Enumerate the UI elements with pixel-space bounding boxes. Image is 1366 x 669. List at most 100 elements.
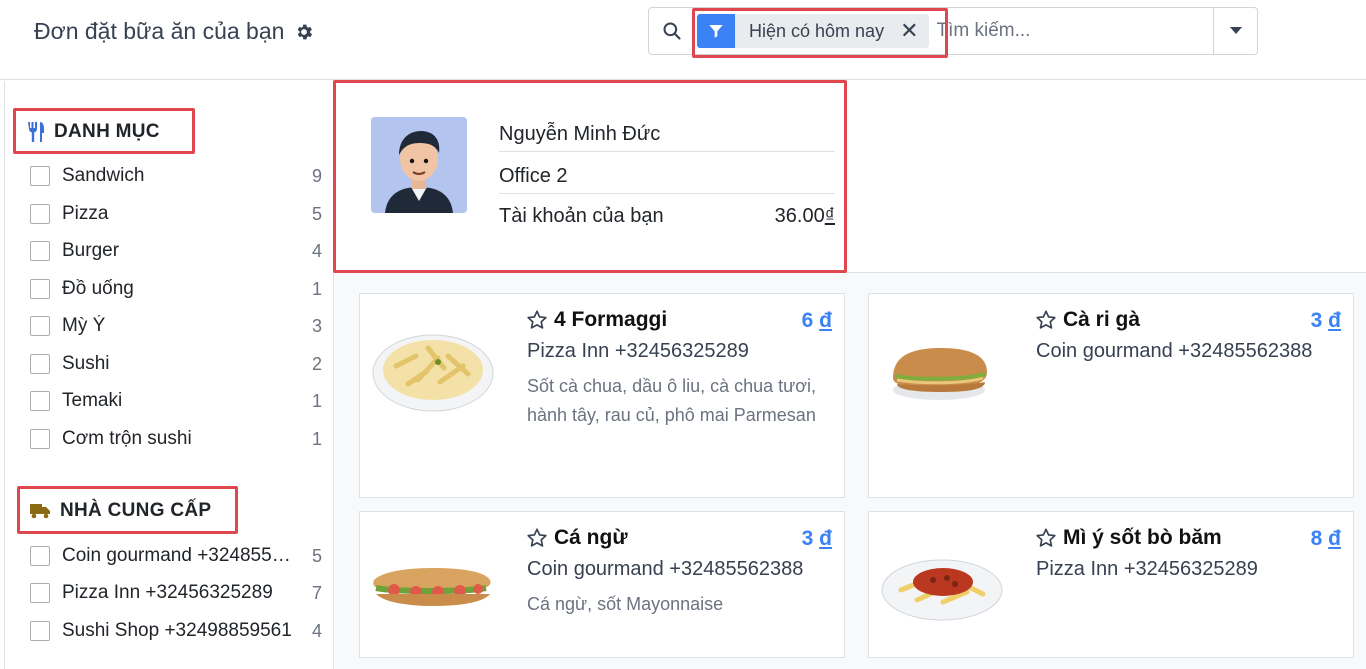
product-vendor: Pizza Inn +32456325289	[527, 340, 749, 362]
facet-label: Hiện có hôm nay	[749, 20, 885, 41]
category-filter-item[interactable]: Cơm trộn sushi 1	[30, 424, 322, 454]
checkbox[interactable]	[30, 279, 50, 299]
filter-count: 5	[311, 545, 322, 566]
product-name-text: Mì ý sốt bò băm	[1063, 526, 1222, 549]
price-value: 6	[801, 309, 814, 332]
utensils-icon	[28, 122, 44, 142]
vendor-filter-item[interactable]: Coin gourmand +32485562388 5	[30, 541, 322, 571]
filter-count: 2	[311, 353, 322, 374]
checkbox[interactable]	[30, 241, 50, 261]
category-filter-item[interactable]: Mỳ Ý 3	[30, 311, 322, 341]
filter-label: Burger	[62, 240, 120, 261]
account-balance-row: Tài khoản của bạn 36.00₫	[499, 205, 835, 228]
product-name: 4 Formaggi	[526, 308, 667, 332]
caret-down-icon	[1229, 27, 1242, 34]
category-title-text: DANH MỤC	[54, 121, 160, 142]
product-description: Cá ngừ, sốt Mayonnaise	[527, 594, 724, 614]
filter-label: Temaki	[62, 390, 123, 411]
product-price: 8 đ	[1311, 527, 1341, 551]
checkbox[interactable]	[30, 316, 50, 336]
product-name-text: 4 Formaggi	[554, 308, 668, 331]
user-info-panel: Nguyễn Minh Đức Office 2 Tài khoản của b…	[335, 81, 1366, 273]
avatar	[371, 117, 467, 213]
filter-label: Mỳ Ý	[62, 315, 106, 336]
filter-label: Pizza Inn +32456325289	[62, 582, 273, 603]
product-price: 6 đ	[802, 309, 832, 333]
product-price: 3 đ	[1311, 309, 1341, 333]
product-image	[893, 348, 987, 400]
gear-icon[interactable]	[294, 22, 314, 42]
checkbox[interactable]	[30, 391, 50, 411]
search-facet[interactable]: Hiện có hôm nay ✕	[697, 14, 929, 48]
product-card[interactable]: 4 Formaggi 6 đ Pizza Inn +32456325289 Số…	[359, 293, 845, 498]
price-value: 8	[1310, 527, 1323, 550]
price-currency: đ	[1328, 527, 1341, 550]
filter-label: Coin gourmand +32485562388	[62, 545, 298, 566]
search-input[interactable]	[928, 8, 1213, 54]
user-avatar-image	[371, 117, 467, 213]
product-name-text: Cà ri gà	[1063, 308, 1141, 331]
checkbox[interactable]	[30, 621, 50, 641]
product-card[interactable]: Cá ngừ 3 đ Coin gourmand +32485562388 Cá…	[359, 511, 845, 658]
search-options-toggle[interactable]	[1213, 8, 1257, 54]
category-filter-item[interactable]: Pizza 5	[30, 199, 322, 229]
checkbox[interactable]	[30, 166, 50, 186]
vendor-filter-item[interactable]: Sushi Shop +32498859561 4	[30, 616, 322, 646]
star-icon[interactable]	[1035, 309, 1057, 331]
filter-count: 9	[311, 165, 322, 186]
filter-count: 4	[311, 620, 322, 641]
star-icon[interactable]	[526, 527, 548, 549]
location-field[interactable]: Office 2	[499, 165, 835, 188]
search-icon[interactable]	[649, 8, 695, 54]
product-card[interactable]: Cà ri gà 3 đ Coin gourmand +32485562388	[868, 293, 1354, 498]
filter-count: 1	[311, 390, 322, 411]
filter-label: Đồ uống	[62, 278, 134, 299]
category-filter-item[interactable]: Burger 4	[30, 236, 322, 266]
divider	[499, 193, 835, 194]
filter-count: 3	[311, 315, 322, 336]
product-name: Cà ri gà	[1035, 308, 1140, 332]
account-label: Tài khoản của bạn	[499, 205, 664, 227]
balance-value: 36.00	[774, 205, 825, 227]
control-panel: Đơn đặt bữa ăn của bạn Hiện có hôm nay ✕	[0, 0, 1366, 80]
filter-count: 7	[311, 582, 322, 603]
category-filter-item[interactable]: Temaki 1	[30, 386, 322, 416]
product-vendor: Pizza Inn +32456325289	[1036, 558, 1258, 580]
filter-count: 1	[311, 278, 322, 299]
product-vendor: Coin gourmand +32485562388	[527, 558, 804, 580]
filter-count: 4	[311, 240, 322, 261]
page-title-text: Đơn đặt bữa ăn của bạn	[34, 18, 285, 44]
product-name: Mì ý sốt bò băm	[1035, 526, 1222, 550]
filter-icon	[697, 14, 735, 48]
filter-label: Sushi	[62, 353, 110, 374]
checkbox[interactable]	[30, 546, 50, 566]
user-name-field: Nguyễn Minh Đức	[499, 123, 835, 146]
product-card[interactable]: Mì ý sốt bò băm 8 đ Pizza Inn +324563252…	[868, 511, 1354, 658]
checkbox[interactable]	[30, 354, 50, 374]
price-currency: đ	[1328, 309, 1341, 332]
product-image	[372, 334, 494, 412]
page-title: Đơn đặt bữa ăn của bạn	[34, 18, 314, 45]
star-icon[interactable]	[526, 309, 548, 331]
price-currency: đ	[819, 309, 832, 332]
category-filter-item[interactable]: Sandwich 9	[30, 161, 322, 191]
user-location: Office 2	[499, 165, 568, 187]
price-value: 3	[1310, 309, 1323, 332]
checkbox[interactable]	[30, 204, 50, 224]
price-value: 3	[801, 527, 814, 550]
close-icon[interactable]: ✕	[900, 20, 918, 42]
filter-count: 1	[311, 428, 322, 449]
product-price: 3 đ	[802, 527, 832, 551]
category-filter-item[interactable]: Sushi 2	[30, 349, 322, 379]
checkbox[interactable]	[30, 583, 50, 603]
vendor-filter-item[interactable]: Pizza Inn +32456325289 7	[30, 578, 322, 608]
category-filter-item[interactable]: Đồ uống 1	[30, 274, 322, 304]
checkbox[interactable]	[30, 429, 50, 449]
vendor-title-text: NHÀ CUNG CẤP	[60, 500, 212, 521]
currency-symbol: ₫	[824, 205, 835, 227]
product-name-text: Cá ngừ	[554, 526, 628, 549]
product-description: Sốt cà chua, dầu ô liu, cà chua tươi, hà…	[527, 376, 817, 425]
product-image	[881, 559, 1003, 621]
star-icon[interactable]	[1035, 527, 1057, 549]
product-name: Cá ngừ	[526, 526, 628, 550]
